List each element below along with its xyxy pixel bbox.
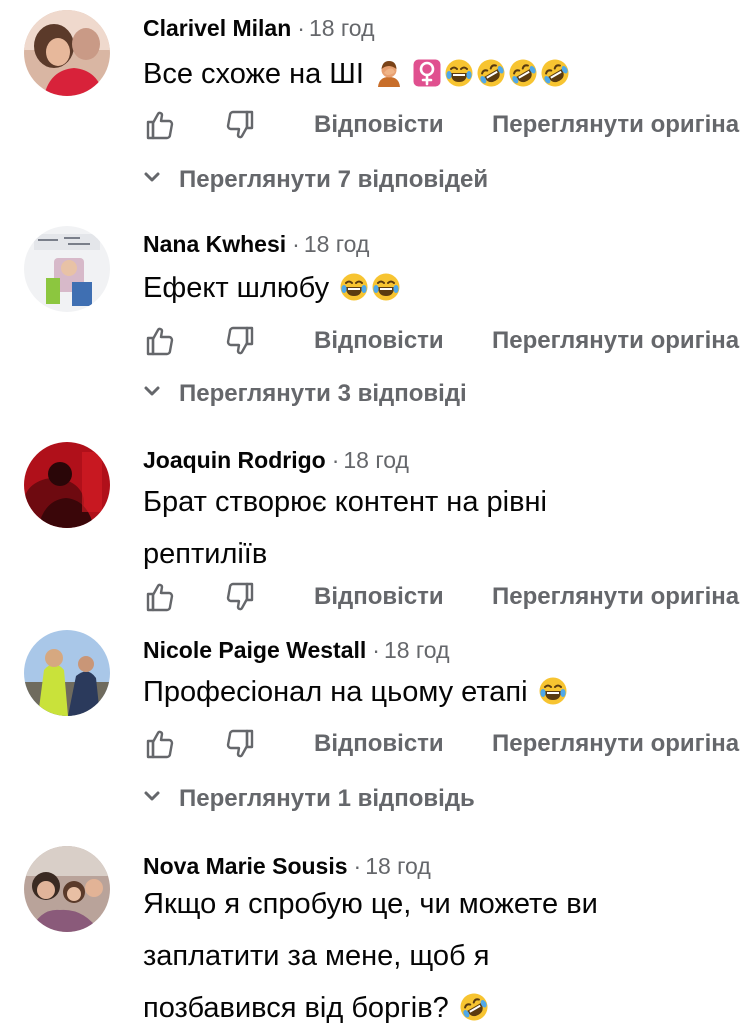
comment-line: Все схоже на ШІ: [143, 58, 364, 90]
comment-line: заплатити за мене, щоб я: [143, 940, 490, 972]
comment-text: Брат створює контент на рівні рептиліїв: [143, 476, 547, 580]
dislike-icon[interactable]: [224, 323, 260, 359]
comment-line: Професіонал на цьому етапі: [143, 676, 528, 708]
view-replies-button[interactable]: Переглянути 7 відповідей: [143, 160, 488, 200]
author-name[interactable]: Nana Kwhesi: [143, 231, 286, 257]
timestamp[interactable]: 18 год: [309, 15, 375, 41]
comment-header: Nana Kwhesi · 18 год: [143, 226, 369, 262]
separator-dot: ·: [353, 853, 362, 879]
comment-line: Якщо я спробую це, чи можете ви: [143, 888, 598, 920]
laughing-emoji-icon: [444, 58, 474, 88]
rolling-laughing-emoji-icon: [540, 58, 570, 88]
chevron-down-icon: [143, 382, 161, 400]
laughing-emoji-icon: [538, 676, 568, 706]
comment-header: Nicole Paige Westall · 18 год: [143, 632, 450, 668]
person-facepalming-icon: [374, 58, 404, 88]
dislike-icon[interactable]: [224, 579, 260, 615]
rolling-laughing-emoji-icon: [508, 58, 538, 88]
comment-header: Clarivel Milan · 18 год: [143, 10, 375, 46]
author-name[interactable]: Joaquin Rodrigo: [143, 447, 326, 473]
reply-button[interactable]: Відповісти: [314, 103, 444, 147]
comment-line: Брат створює контент на рівні: [143, 486, 547, 518]
separator-dot: ·: [297, 15, 305, 41]
timestamp[interactable]: 18 год: [343, 447, 409, 473]
separator-dot: ·: [372, 637, 380, 663]
like-icon[interactable]: [140, 107, 176, 143]
comment-actions: Відповісти Переглянути оригіна: [140, 319, 740, 363]
like-icon[interactable]: [140, 579, 176, 615]
view-replies-button[interactable]: Переглянути 3 відповіді: [143, 374, 467, 414]
view-original-button[interactable]: Переглянути оригіна: [492, 722, 739, 766]
timestamp[interactable]: 18 год: [304, 231, 370, 257]
comment-text: Якщо я спробую це, чи можете ви заплатит…: [143, 878, 598, 1034]
comment-text: Професіонал на цьому етапі: [143, 666, 568, 718]
view-replies-label: Переглянути 3 відповіді: [179, 380, 467, 407]
comment-actions: Відповісти Переглянути оригіна: [140, 575, 740, 619]
comment-header: Joaquin Rodrigo · 18 год: [143, 442, 409, 478]
timestamp[interactable]: 18 год: [384, 637, 450, 663]
like-icon[interactable]: [140, 726, 176, 762]
reply-button[interactable]: Відповісти: [314, 319, 444, 363]
view-replies-label: Переглянути 7 відповідей: [179, 166, 489, 193]
view-original-button[interactable]: Переглянути оригіна: [492, 575, 739, 619]
separator-dot: ·: [292, 231, 300, 257]
laughing-emoji-icon: [371, 272, 401, 302]
dislike-icon[interactable]: [224, 107, 260, 143]
separator-dot: ·: [331, 447, 340, 473]
comment-line: позбавився від боргів?: [143, 992, 449, 1024]
view-original-button[interactable]: Переглянути оригіна: [492, 103, 739, 147]
comment-line: Ефект шлюбу: [143, 272, 330, 304]
view-replies-button[interactable]: Переглянути 1 відповідь: [143, 779, 475, 819]
dislike-icon[interactable]: [224, 726, 260, 762]
view-original-button[interactable]: Переглянути оригіна: [492, 319, 739, 363]
author-name[interactable]: Nova Marie Sousis: [143, 853, 348, 879]
author-name[interactable]: Nicole Paige Westall: [143, 637, 366, 663]
laughing-emoji-icon: [339, 272, 369, 302]
reply-button[interactable]: Відповісти: [314, 575, 444, 619]
comment-text: Все схоже на ШІ: [143, 48, 570, 100]
comment-actions: Відповісти Переглянути оригіна: [140, 722, 740, 766]
author-name[interactable]: Clarivel Milan: [143, 15, 291, 41]
avatar[interactable]: [24, 10, 110, 96]
avatar[interactable]: [24, 630, 110, 716]
rolling-laughing-emoji-icon: [459, 992, 489, 1022]
comment-actions: Відповісти Переглянути оригіна: [140, 103, 740, 147]
timestamp[interactable]: 18 год: [365, 853, 431, 879]
chevron-down-icon: [143, 168, 161, 186]
rolling-laughing-emoji-icon: [476, 58, 506, 88]
reply-button[interactable]: Відповісти: [314, 722, 444, 766]
avatar[interactable]: [24, 226, 110, 312]
female-sign-icon: [412, 58, 442, 88]
comment-text: Ефект шлюбу: [143, 262, 401, 314]
like-icon[interactable]: [140, 323, 176, 359]
comment-line: рептиліїв: [143, 538, 268, 570]
chevron-down-icon: [143, 787, 161, 805]
avatar[interactable]: [24, 846, 110, 932]
view-replies-label: Переглянути 1 відповідь: [179, 785, 475, 812]
comment-line-last: позбавився від боргів?: [143, 982, 598, 1034]
avatar[interactable]: [24, 442, 110, 528]
